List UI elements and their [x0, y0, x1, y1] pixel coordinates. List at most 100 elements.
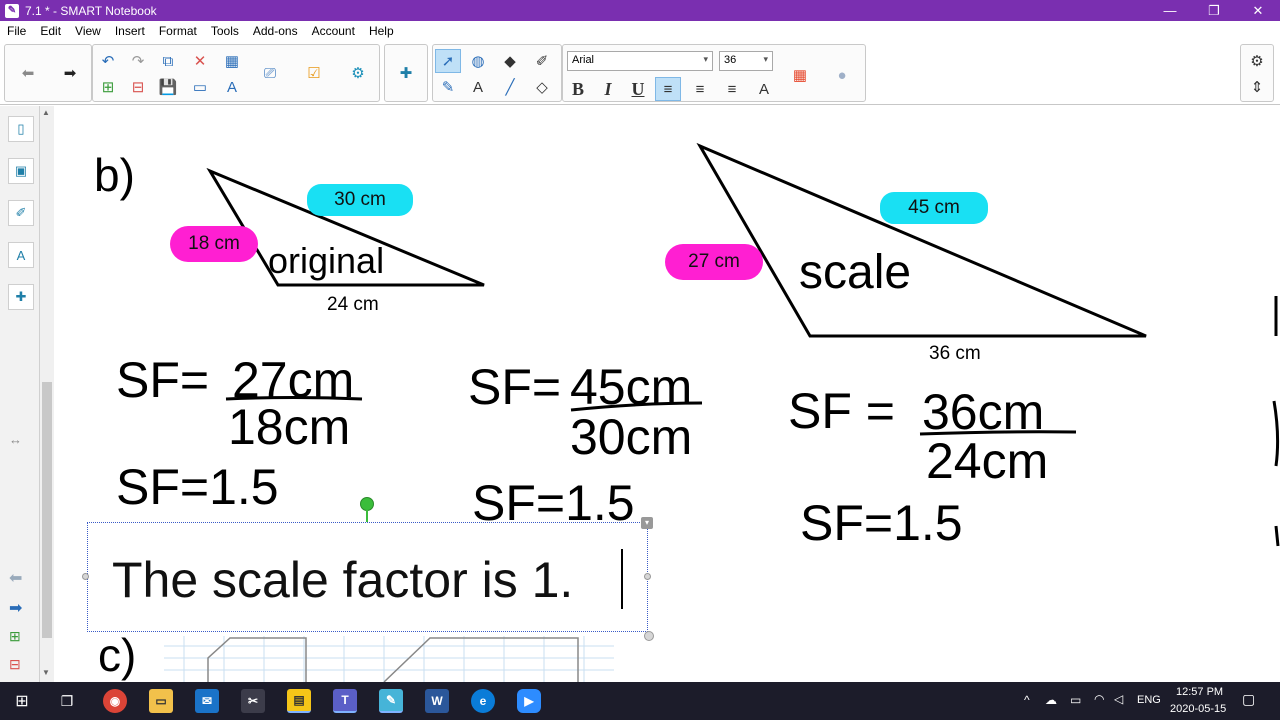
properties-icon[interactable]: ●	[829, 63, 855, 87]
word-icon[interactable]: W	[425, 689, 449, 713]
save-icon[interactable]: 💾	[155, 75, 181, 99]
vertical-scrollbar[interactable]: ▲ ▼	[40, 106, 54, 682]
teams-icon[interactable]: T	[333, 689, 357, 713]
puzzle-icon[interactable]: ✚	[393, 61, 419, 85]
language-indicator[interactable]: ENG	[1137, 694, 1161, 706]
sf-result-3[interactable]: SF=1.5	[800, 494, 963, 552]
original-triangle-label[interactable]: original	[268, 240, 384, 282]
windows-start-icon[interactable]: ⊞	[10, 689, 34, 713]
text-style-icon[interactable]: A	[751, 77, 777, 101]
font-size-select[interactable]: 36 ▾	[719, 51, 773, 71]
pen-tool-icon[interactable]: ✎	[435, 75, 461, 99]
attachments-tab-icon[interactable]: ✐	[8, 200, 34, 226]
delete-icon[interactable]: ✕	[187, 49, 213, 73]
add-page-icon[interactable]: ⊞	[95, 75, 121, 99]
wifi-icon[interactable]: ◠	[1094, 692, 1104, 706]
mail-icon[interactable]: ✉	[195, 689, 219, 713]
menu-format[interactable]: Format	[152, 24, 204, 38]
delete-page-icon[interactable]: ⊟	[9, 656, 21, 673]
font-name-select[interactable]: Arial ▾	[567, 51, 713, 71]
select-tool-icon[interactable]: ➚	[435, 49, 461, 73]
line-tool-icon[interactable]: ╱	[497, 75, 523, 99]
text-box[interactable]: The scale factor is 1.	[87, 522, 648, 632]
close-button[interactable]: ✕	[1236, 0, 1280, 21]
toolbar-position-icon[interactable]: ⇕	[1244, 75, 1270, 99]
snip-sketch-icon[interactable]: ✂	[241, 689, 265, 713]
redo-icon[interactable]: ↷	[125, 49, 151, 73]
original-bottom-side-label[interactable]: 24 cm	[327, 294, 379, 316]
notebook-canvas[interactable]: b) c) 30 cm 18 cm original 24 cm 45 cm 2…	[54, 106, 1280, 682]
sticky-notes-icon[interactable]: ▤	[287, 689, 311, 713]
page-sorter-tab-icon[interactable]: ▯	[8, 116, 34, 142]
menu-help[interactable]: Help	[362, 24, 401, 38]
volume-icon[interactable]: ◁	[1114, 692, 1123, 706]
notifications-icon[interactable]: ▢	[1242, 691, 1255, 708]
side-handle-right[interactable]	[644, 573, 651, 580]
edge-icon[interactable]: e	[471, 689, 495, 713]
align-center-icon[interactable]: ≡	[687, 77, 713, 101]
original-left-side-label[interactable]: 18 cm	[170, 226, 258, 262]
text-box-content[interactable]: The scale factor is 1.	[112, 551, 573, 609]
menu-tools[interactable]: Tools	[204, 24, 246, 38]
italic-button[interactable]: I	[595, 77, 621, 101]
sf-lhs-3[interactable]: SF =	[788, 382, 895, 440]
underline-button[interactable]: U	[625, 77, 651, 101]
battery-icon[interactable]: ▭	[1070, 693, 1081, 707]
sf-lhs-1[interactable]: SF=	[116, 351, 209, 409]
gear-icon[interactable]: ⚙	[1244, 49, 1270, 73]
scroll-up-icon[interactable]: ▲	[42, 108, 50, 117]
restore-button[interactable]: ❐	[1192, 0, 1236, 21]
menu-insert[interactable]: Insert	[108, 24, 152, 38]
addons-tab-icon[interactable]: ✚	[8, 284, 34, 310]
screen-shade-icon[interactable]: ▭	[187, 75, 213, 99]
original-top-side-label[interactable]: 30 cm	[307, 184, 413, 216]
delete-page-icon[interactable]: ⊟	[125, 75, 151, 99]
add-page-icon[interactable]: ⊞	[9, 628, 21, 645]
minimize-button[interactable]: —	[1148, 0, 1192, 21]
page-sorter-icon[interactable]: ⧉	[155, 49, 181, 73]
next-page-arrow-icon[interactable]: ➡	[57, 61, 83, 85]
scroll-down-icon[interactable]: ▼	[42, 668, 50, 677]
scale-triangle[interactable]	[696, 142, 1147, 338]
rotate-handle[interactable]	[360, 497, 374, 511]
activity-builder-icon[interactable]: ⚙	[345, 61, 371, 85]
smart-notebook-icon[interactable]: ✎	[379, 689, 403, 713]
scroll-thumb[interactable]	[42, 382, 52, 638]
table-icon[interactable]: ▦	[219, 49, 245, 73]
menu-view[interactable]: View	[68, 24, 108, 38]
scale-bottom-side-label[interactable]: 36 cm	[929, 343, 981, 365]
menu-edit[interactable]: Edit	[33, 24, 68, 38]
gallery-tab-icon[interactable]: ▣	[8, 158, 34, 184]
sf-denominator-1[interactable]: 18cm	[228, 398, 350, 456]
chrome-icon[interactable]: ◉	[103, 689, 127, 713]
align-right-icon[interactable]: ≡	[719, 77, 745, 101]
bold-button[interactable]: B	[565, 77, 591, 101]
zoom-icon[interactable]: ▶	[517, 689, 541, 713]
menu-handle-chevron-down-icon[interactable]: ▾	[641, 517, 653, 529]
sf-result-1[interactable]: SF=1.5	[116, 458, 279, 516]
align-left-icon[interactable]: ≡	[655, 77, 681, 101]
properties-tab-icon[interactable]: A	[8, 242, 34, 268]
undo-icon[interactable]: ↶	[95, 49, 121, 73]
screen-capture-icon[interactable]: ⎚	[257, 61, 283, 85]
fill-tool-icon[interactable]: ◆	[497, 49, 523, 73]
sf-denominator-3[interactable]: 24cm	[926, 432, 1048, 490]
previous-page-icon[interactable]: ⬅	[9, 568, 22, 588]
task-view-icon[interactable]: ❐	[55, 689, 79, 713]
onedrive-icon[interactable]: ☁	[1045, 693, 1057, 707]
resize-tabs-icon[interactable]: ↔	[9, 432, 22, 447]
menu-account[interactable]: Account	[305, 24, 362, 38]
text-recognition-icon[interactable]: A	[219, 75, 245, 99]
text-tool-icon[interactable]: A	[465, 75, 491, 99]
previous-page-arrow-icon[interactable]: ⬅	[15, 61, 41, 85]
color-palette-icon[interactable]: ▦	[787, 63, 813, 87]
tray-chevron-up-icon[interactable]: ^	[1024, 693, 1030, 707]
eraser-tool-icon[interactable]: ◇	[529, 75, 555, 99]
side-handle-left[interactable]	[82, 573, 89, 580]
clock-time[interactable]: 12:57 PM	[1176, 686, 1223, 698]
scale-top-side-label[interactable]: 45 cm	[880, 192, 988, 224]
sf-denominator-2[interactable]: 30cm	[570, 408, 692, 466]
menu-file[interactable]: File	[0, 24, 33, 38]
resize-handle[interactable]	[644, 631, 654, 641]
menu-addons[interactable]: Add-ons	[246, 24, 305, 38]
